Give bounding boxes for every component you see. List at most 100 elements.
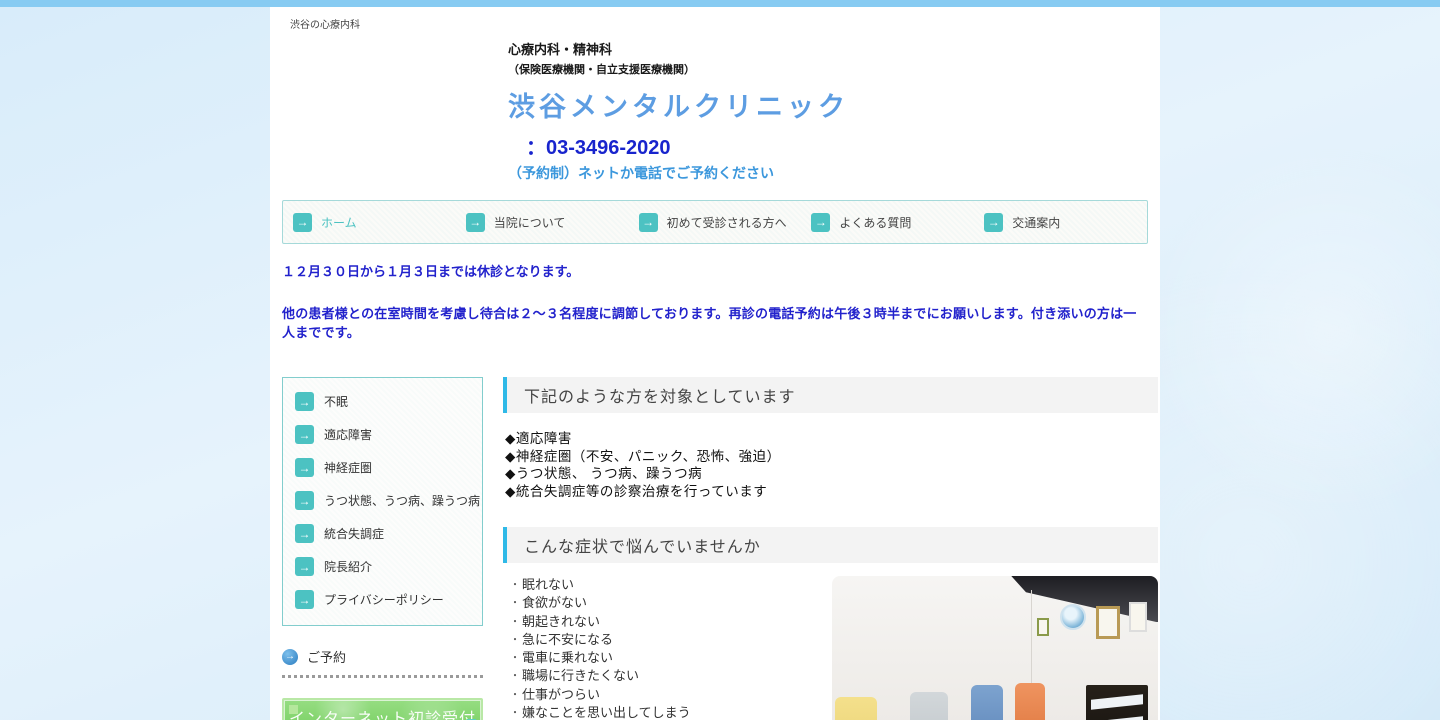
department-label: 心療内科・精神科 — [508, 39, 1160, 58]
arrow-icon: → — [295, 590, 314, 609]
arrow-icon: → — [295, 491, 314, 510]
target-list: ◆適応障害 ◆神経症圏（不安、パニック、恐怖、強迫） ◆うつ状態、 うつ病、躁う… — [505, 430, 1158, 500]
page-content: 渋谷の心療内科 心療内科・精神科 （保険医療機関・自立支援医療機関） 渋谷メンタ… — [270, 7, 1160, 720]
arrow-icon: → — [295, 524, 314, 543]
holiday-notice: １２月３０日から１月３日までは休診となります。 — [282, 261, 1148, 280]
sidebar-menu-item[interactable]: → プライバシーポリシー — [295, 583, 482, 616]
arrow-icon: → — [811, 213, 830, 232]
symptom-item-label: 食欲がない — [522, 594, 587, 612]
nav-item-label: 初めて受診される方へ — [667, 214, 787, 231]
symptom-item: ・ 朝起きれない — [510, 613, 832, 631]
arrow-icon: → — [466, 213, 485, 232]
section-heading-targets: 下記のような方を対象としています — [503, 377, 1158, 413]
internet-reception-button[interactable]: インターネット初診受付 — [282, 698, 483, 720]
nav-item-label: よくある質問 — [839, 214, 911, 231]
internet-reception-button-label: インターネット初診受付 — [289, 705, 476, 720]
reservation-heading: → ご予約 — [282, 647, 483, 666]
symptom-item-label: 朝起きれない — [522, 613, 600, 631]
arrow-icon: → — [295, 557, 314, 576]
symptom-item: ・ 食欲がない — [510, 594, 832, 612]
reservation-heading-label: ご予約 — [307, 647, 346, 666]
license-label: （保険医療機関・自立支援医療機関） — [508, 61, 1160, 77]
target-item: ◆うつ状態、 うつ病、躁うつ病 — [505, 465, 1158, 483]
sidebar-menu-item-label: 適応障害 — [324, 426, 372, 443]
photo-frame-green — [1037, 618, 1049, 636]
sidebar-menu: → 不眠 → 適応障害 → 神経症圏 → うつ — [282, 377, 483, 626]
header-reserve-note: （予約制）ネットか電話でご予約ください — [508, 163, 1160, 183]
circle-arrow-icon: → — [282, 649, 298, 665]
bullet-icon: ・ — [510, 668, 520, 685]
symptom-item: ・ 眠れない — [510, 576, 832, 594]
arrow-icon: → — [295, 425, 314, 444]
waiting-room-photo — [832, 576, 1158, 720]
symptom-item: ・ 職場に行きたくない — [510, 667, 832, 685]
bullet-icon: ・ — [510, 650, 520, 667]
bullet-icon: ・ — [510, 705, 520, 720]
button-corner-decoration — [289, 705, 298, 714]
bullet-icon: ・ — [510, 632, 520, 649]
sidebar-menu-item[interactable]: → 統合失調症 — [295, 517, 482, 550]
arrow-icon: → — [984, 213, 1003, 232]
nav-item[interactable]: → 当院について — [456, 213, 629, 232]
arrow-icon: → — [293, 213, 312, 232]
symptom-item-label: 急に不安になる — [522, 631, 613, 649]
sidebar-menu-item[interactable]: → 適応障害 — [295, 418, 482, 451]
sidebar-menu-item[interactable]: → うつ状態、うつ病、躁うつ病 — [295, 484, 482, 517]
sidebar-menu-item-label: 神経症圏 — [324, 459, 372, 476]
bullet-icon: ・ — [510, 577, 520, 594]
symptom-item: ・ 仕事がつらい — [510, 686, 832, 704]
arrow-icon: → — [639, 213, 658, 232]
photo-frame-gold — [1096, 606, 1120, 639]
phone-number[interactable]: ：03-3496-2020 — [526, 131, 1160, 160]
bullet-icon: ・ — [510, 614, 520, 631]
magazine-rack — [1086, 685, 1148, 720]
bullet-icon: ・ — [510, 595, 520, 612]
symptom-item-label: 職場に行きたくない — [522, 667, 639, 685]
symptom-item: ・ 電車に乗れない — [510, 649, 832, 667]
main-content: 下記のような方を対象としています ◆適応障害 ◆神経症圏（不安、パニック、恐怖、… — [503, 377, 1158, 720]
nav-item-label: 交通案内 — [1012, 214, 1060, 231]
chair-orange — [1015, 683, 1057, 720]
sidebar-menu-item-label: プライバシーポリシー — [324, 591, 444, 608]
sidebar-menu-item-label: 院長紹介 — [324, 558, 372, 575]
symptom-item-label: 眠れない — [522, 576, 574, 594]
sidebar-menu-item[interactable]: → 不眠 — [295, 385, 482, 418]
target-item: ◆神経症圏（不安、パニック、恐怖、強迫） — [505, 448, 1158, 466]
nav-item[interactable]: → 交通案内 — [974, 213, 1147, 232]
top-accent-strip — [0, 0, 1440, 7]
nav-item[interactable]: → よくある質問 — [801, 213, 974, 232]
sidebar-menu-item-label: 統合失調症 — [324, 525, 384, 542]
target-item: ◆適応障害 — [505, 430, 1158, 448]
nav-item[interactable]: → 初めて受診される方へ — [629, 213, 802, 232]
chair-blue — [971, 685, 1016, 720]
photo-frame-white — [1129, 602, 1147, 632]
dotted-divider — [282, 675, 483, 678]
sidebar-menu-item-label: うつ状態、うつ病、躁うつ病 — [324, 492, 480, 509]
nav-item-label: 当院について — [494, 214, 566, 231]
arrow-icon: → — [295, 458, 314, 477]
sidebar-menu-item[interactable]: → 神経症圏 — [295, 451, 482, 484]
arrow-icon: → — [295, 392, 314, 411]
symptom-item-label: 電車に乗れない — [522, 649, 613, 667]
waiting-room-notice: 他の患者様との在室時間を考慮し待合は２〜３名程度に調節しております。再診の電話予… — [282, 303, 1148, 341]
symptom-item-label: 嫌なことを思い出してしまう — [522, 704, 691, 720]
symptom-list: ・ 眠れない ・ 食欲がない ・ 朝起きれない — [503, 576, 832, 720]
nav-item[interactable]: → ホーム — [283, 213, 456, 232]
sidebar-menu-item-label: 不眠 — [324, 393, 348, 410]
symptom-item-label: 仕事がつらい — [522, 686, 600, 704]
photo-round-sign — [1060, 604, 1086, 630]
clinic-name: 渋谷メンタルクリニック — [508, 85, 1160, 124]
site-header: 心療内科・精神科 （保険医療機関・自立支援医療機関） 渋谷メンタルクリニック ：… — [508, 39, 1160, 183]
site-tagline: 渋谷の心療内科 — [270, 7, 1160, 31]
sidebar-menu-item[interactable]: → 院長紹介 — [295, 550, 482, 583]
bullet-icon: ・ — [510, 687, 520, 704]
target-item: ◆統合失調症等の診察治療を行っています — [505, 483, 1158, 501]
chair-gray — [910, 692, 962, 720]
symptom-item: ・ 急に不安になる — [510, 631, 832, 649]
nav-item-label: ホーム — [321, 214, 357, 231]
sidebar: → 不眠 → 適応障害 → 神経症圏 → うつ — [282, 377, 483, 720]
symptom-item: ・ 嫌なことを思い出してしまう — [510, 704, 832, 720]
chair-yellow — [835, 697, 893, 720]
section-heading-symptoms: こんな症状で悩んでいませんか — [503, 527, 1158, 563]
main-nav: → ホーム → 当院について → 初めて受診される方へ → よくある質問 → 交… — [282, 200, 1148, 244]
